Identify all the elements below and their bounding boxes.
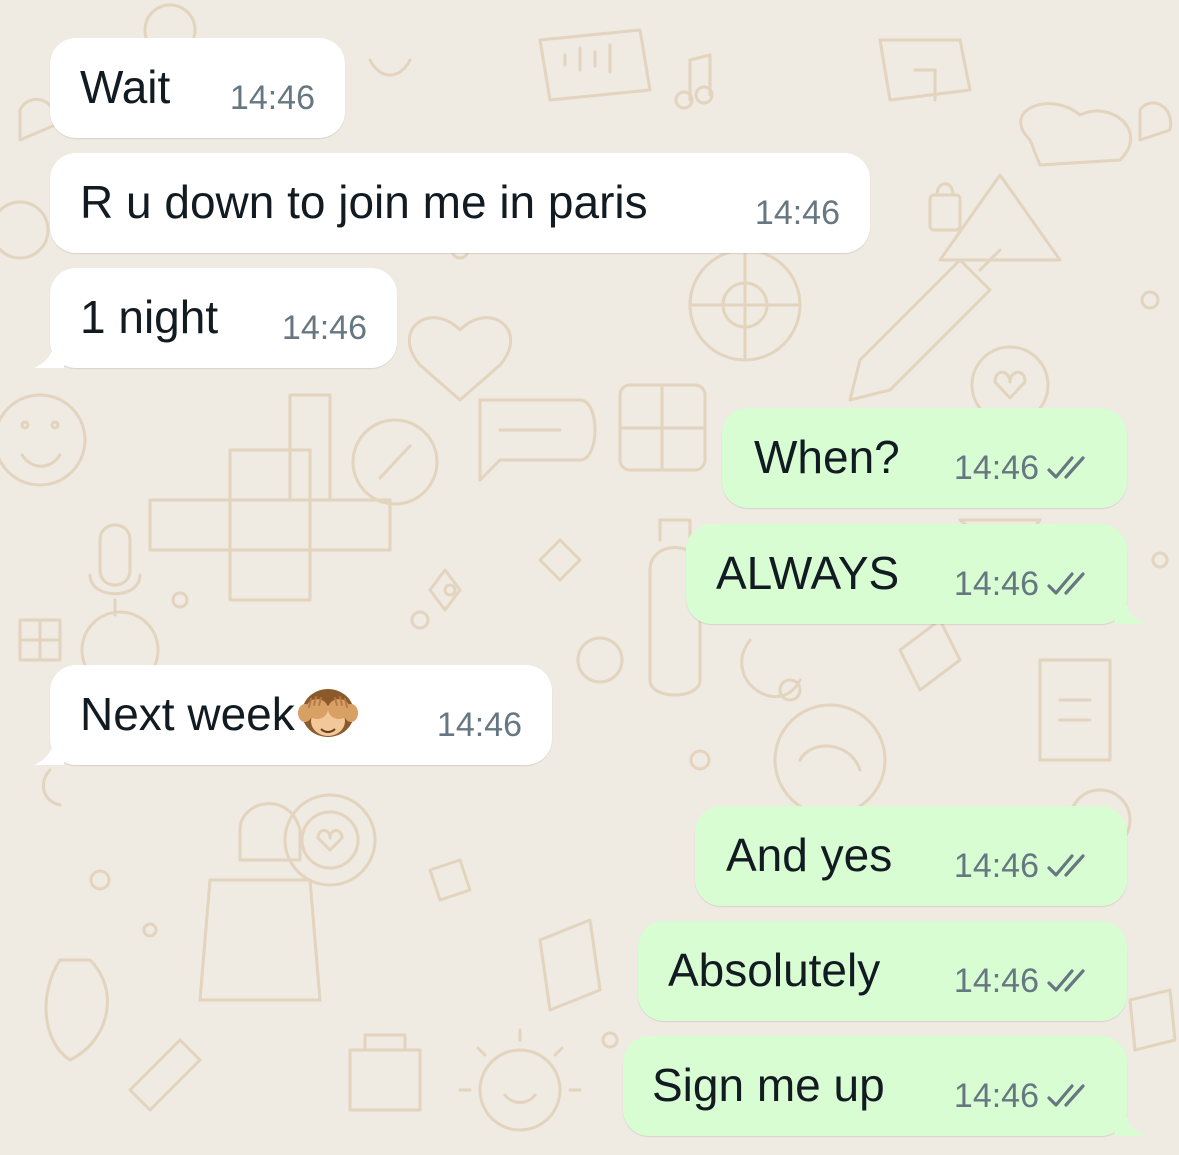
message-meta: 14:46 [954,963,1097,999]
message-incoming[interactable]: 1 night 14:46 [34,268,397,368]
chat-conversation: Wait 14:46 R u down to join me in paris … [0,0,1179,1155]
message-outgoing[interactable]: When? 14:46 [722,408,1127,508]
bubble-tail [34,731,64,765]
double-check-icon [1047,1084,1085,1107]
message-time: 14:46 [953,1077,1039,1115]
message-time: 14:46 [953,565,1039,603]
message-incoming[interactable]: Wait 14:46 [50,38,345,138]
message-time: 14:46 [229,79,315,117]
message-text: R u down to join me in paris [80,176,648,228]
message-meta: 14:46 [230,80,315,116]
message-time: 14:46 [953,962,1039,1000]
message-text: When? [754,431,900,483]
message-meta: 14:46 [755,195,840,231]
message-text: And yes [726,829,893,881]
double-check-icon [1047,854,1085,877]
message-text-content: Next week [80,688,295,740]
message-text: Absolutely [668,944,881,996]
message-meta: 14:46 [954,848,1097,884]
message-text: Next week [80,687,359,741]
message-text: 1 night [80,291,219,343]
message-time: 14:46 [436,706,522,744]
message-time: 14:46 [953,847,1039,885]
message-text: ALWAYS [716,547,900,599]
bubble-tail [34,334,64,368]
message-meta: 14:46 [282,310,367,346]
message-time: 14:46 [754,194,840,232]
double-check-icon [1047,969,1085,992]
message-meta: 14:46 [437,707,522,743]
message-meta: 14:46 [954,1078,1097,1114]
message-outgoing[interactable]: Absolutely 14:46 [638,921,1127,1021]
see-no-evil-monkey-icon [297,688,358,737]
message-meta: 14:46 [954,450,1097,486]
double-check-icon [1047,456,1085,479]
message-text: Sign me up [652,1059,885,1111]
double-check-icon [1047,572,1085,595]
message-time: 14:46 [953,449,1039,487]
message-meta: 14:46 [954,566,1097,602]
message-incoming[interactable]: Next week 14:46 [34,665,552,765]
message-time: 14:46 [281,309,367,347]
bubble-tail [1115,1102,1145,1136]
message-outgoing[interactable]: Sign me up 14:46 [623,1036,1145,1136]
message-outgoing[interactable]: And yes 14:46 [695,806,1127,906]
bubble-tail [1115,590,1145,624]
message-outgoing[interactable]: ALWAYS 14:46 [686,524,1145,624]
message-incoming[interactable]: R u down to join me in paris 14:46 [50,153,870,253]
message-text: Wait [80,61,171,113]
